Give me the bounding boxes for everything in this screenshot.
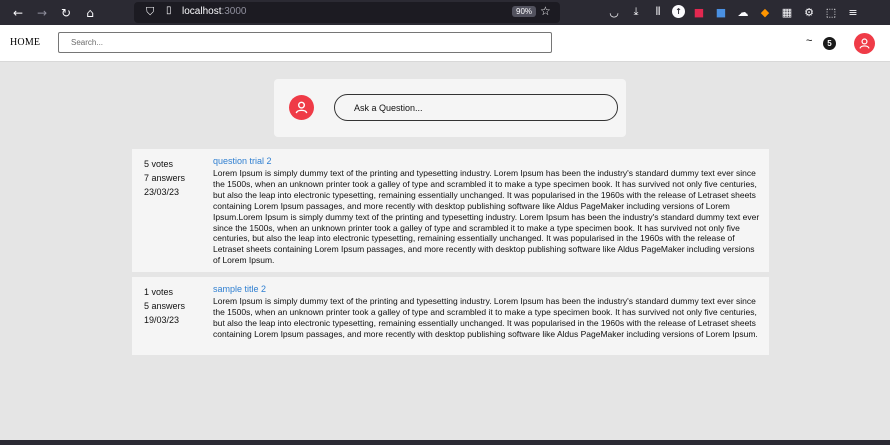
user-icon [859,38,870,49]
extensions-puzzle-icon[interactable]: ⬚ [823,4,839,20]
menu-icon[interactable]: ≡ [845,4,861,20]
question-date: 23/03/23 [144,187,180,197]
forward-icon[interactable]: → [30,3,54,23]
user-icon [295,101,308,114]
home-icon[interactable]: ⌂ [78,3,102,23]
question-card: 1 votes 5 answers 19/03/23 sample title … [132,277,769,355]
extension-icon[interactable]: ↑ [672,5,685,18]
download-icon[interactable]: ⤓ [628,4,644,20]
address-bar[interactable]: ⛉ ▯ localhost:3000 90% ☆ [134,2,560,23]
browser-extensions: ◡ ⤓ ⫴ ↑ ■ ■ ☁ ◆ ▦ ⚙ ⬚ ≡ [606,4,861,20]
question-stats: 1 votes 5 answers 19/03/23 [144,285,185,327]
metamask-icon[interactable]: ◆ [757,4,773,20]
screenshot-icon[interactable]: ▦ [779,4,795,20]
taskbar-edge [0,440,890,445]
settings-icon[interactable]: ⚙ [801,4,817,20]
shield-icon[interactable]: ⛉ [146,5,154,19]
question-title-link[interactable]: sample title 2 [213,284,763,295]
avatar [289,95,314,120]
question-body: Lorem Ipsum is simply dummy text of the … [213,168,760,266]
star-icon[interactable]: ☆ [540,4,551,18]
cloud-icon[interactable]: ☁ [735,4,751,20]
library-icon[interactable]: ⫴ [650,4,666,20]
user-menu-tilde: ~ [806,35,813,47]
lock-icon[interactable]: ▯ [166,5,172,16]
zoom-indicator[interactable]: 90% [512,6,537,17]
reload-icon[interactable]: ↻ [54,3,78,23]
question-title-link[interactable]: question trial 2 [213,156,763,167]
pocket-icon[interactable]: ◡ [606,4,622,20]
vote-count: 5 votes [144,159,174,169]
back-icon[interactable]: ← [6,3,30,23]
browser-toolbar: ← → ↻ ⌂ ⛉ ▯ localhost:3000 90% ☆ ◡ ⤓ ⫴ ↑… [0,0,890,25]
vote-count: 1 votes [144,287,174,297]
ask-question-panel: Ask a Question... [274,79,626,137]
answer-count: 7 answers [144,173,186,183]
ublock-icon[interactable]: ■ [691,4,707,20]
avatar[interactable] [854,33,875,54]
question-stats: 5 votes 7 answers 23/03/23 [144,157,185,199]
question-content: sample title 2 Lorem Ipsum is simply dum… [213,284,763,340]
answer-count: 5 answers [144,301,186,311]
reputation-badge: 5 [823,37,836,50]
home-link[interactable]: HOME [10,37,40,48]
question-date: 19/03/23 [144,315,180,325]
container-icon[interactable]: ■ [713,4,729,20]
url-text[interactable]: localhost:3000 [182,6,247,17]
question-card: 5 votes 7 answers 23/03/23 question tria… [132,149,769,272]
app-header: HOME ~ 5 [0,25,890,62]
ask-question-input[interactable]: Ask a Question... [334,94,618,121]
question-content: question trial 2 Lorem Ipsum is simply d… [213,156,763,266]
browser-nav: ← → ↻ ⌂ [0,3,102,23]
question-body: Lorem Ipsum is simply dummy text of the … [213,296,758,339]
search-input[interactable] [58,32,552,53]
